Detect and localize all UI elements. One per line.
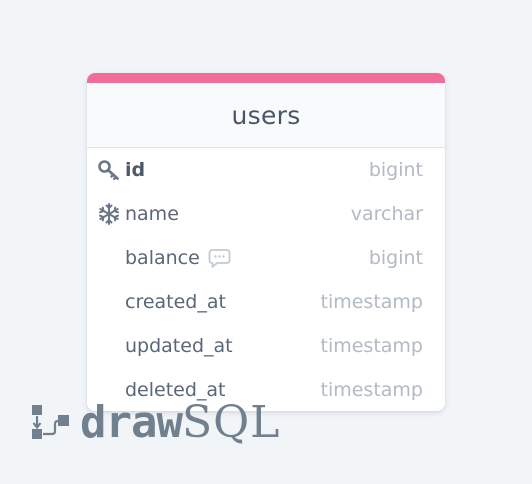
drawsql-brand: draw SQL	[30, 396, 280, 448]
column-type: timestamp	[320, 291, 424, 313]
column-type: timestamp	[320, 335, 424, 357]
column-row-created-at[interactable]: created_at timestamp	[87, 280, 445, 324]
table-accent-bar	[87, 73, 445, 83]
column-name: name	[125, 203, 179, 225]
comment-icon[interactable]	[208, 248, 231, 269]
column-name: balance	[125, 247, 200, 269]
brand-text-sql: SQL	[181, 396, 281, 448]
table-card-users[interactable]: users id bigint name varchar balance big…	[87, 73, 445, 411]
column-name: id	[125, 159, 146, 181]
snowflake-icon	[97, 202, 121, 226]
column-list: id bigint name varchar balance bigint cr…	[87, 148, 445, 411]
column-row-balance[interactable]: balance bigint	[87, 236, 445, 280]
column-type: timestamp	[320, 379, 424, 401]
column-type: varchar	[350, 203, 423, 225]
column-row-name[interactable]: name varchar	[87, 192, 445, 236]
drawsql-logo-icon	[30, 400, 74, 444]
key-icon	[97, 158, 121, 182]
table-title: users	[231, 100, 301, 130]
column-type: bigint	[368, 159, 423, 181]
brand-text-draw: draw	[80, 396, 183, 448]
column-type: bigint	[368, 247, 423, 269]
column-row-id[interactable]: id bigint	[87, 148, 445, 192]
table-header[interactable]: users	[87, 83, 445, 148]
column-name: created_at	[125, 291, 226, 313]
column-row-updated-at[interactable]: updated_at timestamp	[87, 324, 445, 368]
column-name: updated_at	[125, 335, 233, 357]
column-name-wrap: balance	[125, 247, 231, 269]
